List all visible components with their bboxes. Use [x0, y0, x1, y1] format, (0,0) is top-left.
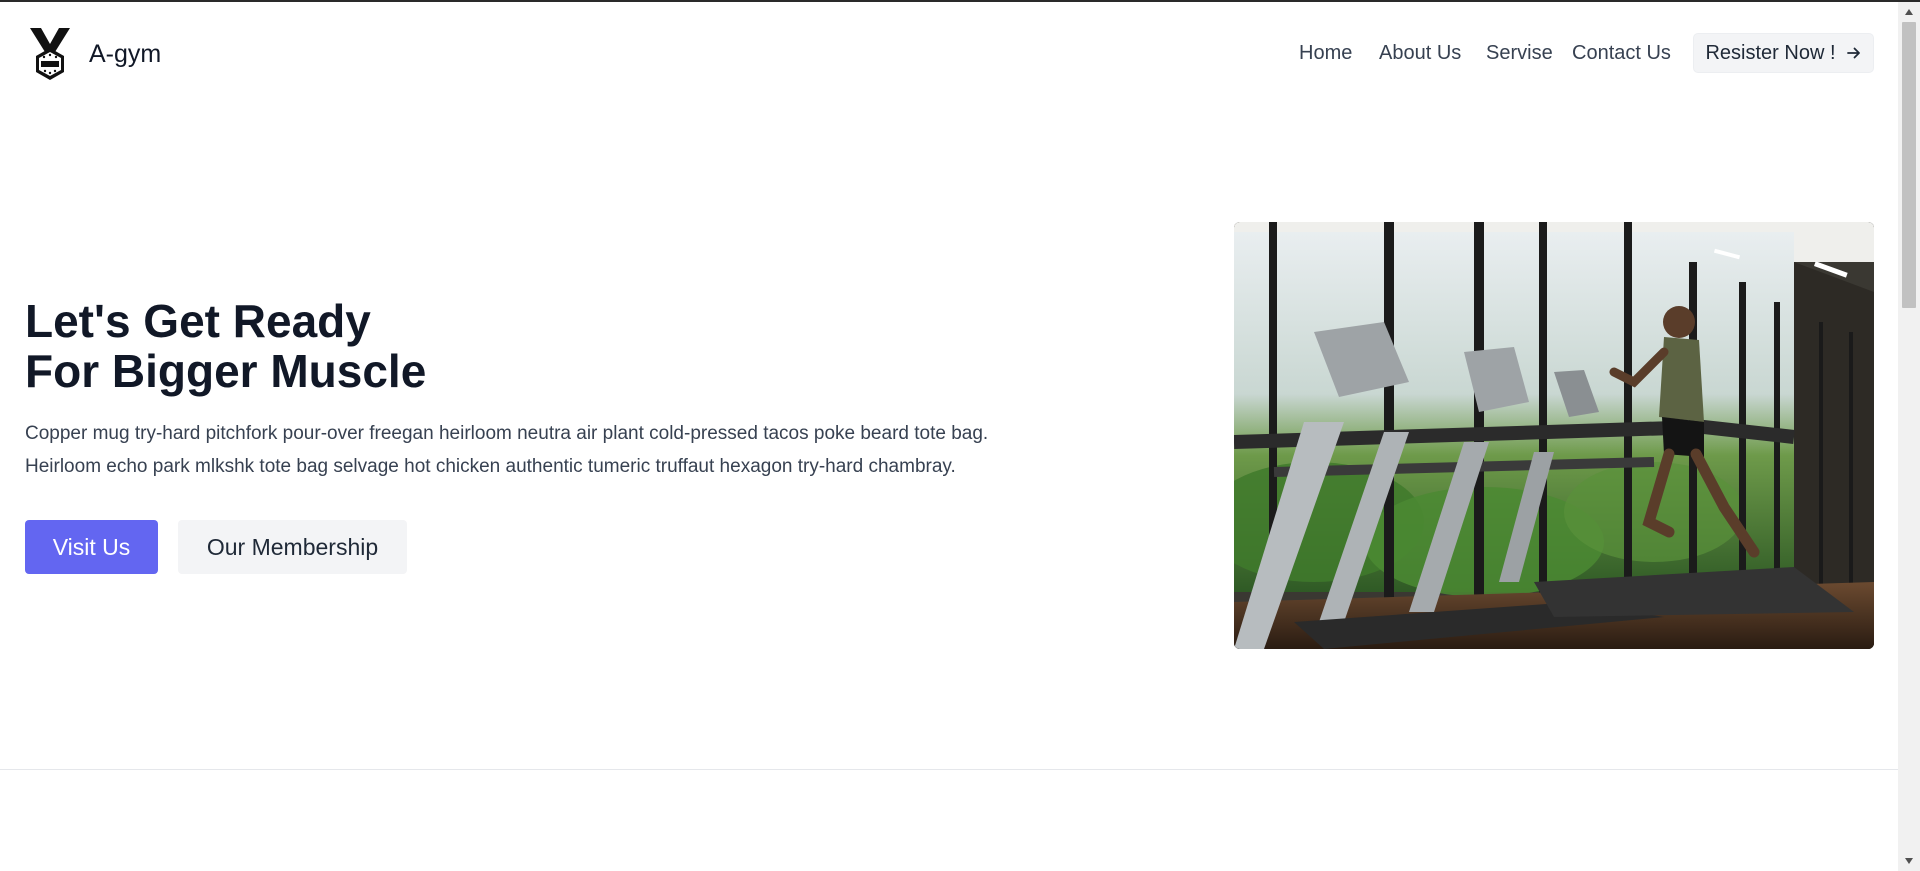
register-now-button[interactable]: Resister Now !: [1693, 33, 1874, 73]
hero-description: Copper mug try-hard pitchfork pour-over …: [25, 417, 1105, 483]
hero-description-line-2: Heirloom echo park mlkshk tote bag selva…: [25, 456, 956, 477]
hero-description-line-1: Copper mug try-hard pitchfork pour-over …: [25, 423, 989, 444]
nav-contact-us[interactable]: Contact Us: [1572, 42, 1671, 65]
hero-title: Let's Get Ready For Bigger Muscle: [25, 296, 426, 396]
hero-image: [1234, 222, 1874, 649]
scroll-up-arrow-icon[interactable]: [1898, 2, 1920, 22]
visit-us-button[interactable]: Visit Us: [25, 520, 158, 574]
medal-gym-logo-icon[interactable]: [28, 26, 72, 82]
nav-about-us[interactable]: About Us: [1379, 42, 1461, 65]
nav-home[interactable]: Home: [1299, 42, 1352, 65]
brand-name[interactable]: A-gym: [89, 40, 161, 69]
scrollbar-thumb[interactable]: [1902, 22, 1916, 308]
hero-title-line-1: Let's Get Ready: [25, 295, 371, 347]
register-now-label: Resister Now !: [1705, 41, 1836, 64]
scroll-down-arrow-icon[interactable]: [1898, 851, 1920, 871]
our-membership-button[interactable]: Our Membership: [178, 520, 407, 574]
arrow-right-icon: [1846, 47, 1860, 59]
vertical-scrollbar[interactable]: [1898, 2, 1920, 871]
site-header: A-gym Home About Us Servise Contact Us R…: [0, 2, 1898, 104]
hero-title-line-2: For Bigger Muscle: [25, 345, 427, 397]
section-divider: [0, 769, 1898, 770]
nav-servise[interactable]: Servise: [1486, 42, 1553, 65]
